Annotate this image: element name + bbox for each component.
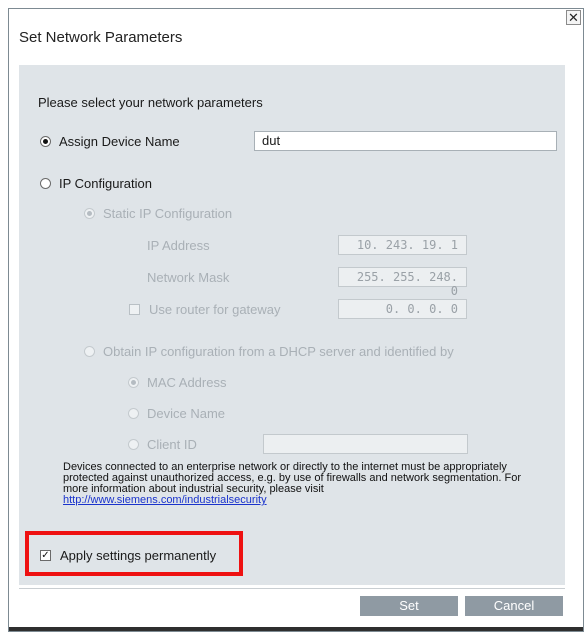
dialog-title: Set Network Parameters	[19, 29, 183, 46]
client-id-radio[interactable]	[128, 439, 139, 450]
dhcp-label: Obtain IP configuration from a DHCP serv…	[103, 344, 454, 359]
ip-address-input[interactable]: 10. 243. 19. 1	[338, 235, 467, 255]
footer-separator	[19, 588, 565, 589]
prompt-text: Please select your network parameters	[38, 95, 263, 110]
static-ip-radio[interactable]	[84, 208, 95, 219]
ip-configuration-label: IP Configuration	[59, 176, 152, 191]
dhcp-radio[interactable]	[84, 346, 95, 357]
ip-configuration-radio[interactable]	[40, 178, 51, 189]
mac-address-label: MAC Address	[147, 375, 227, 390]
set-button[interactable]: Set	[360, 596, 458, 616]
gateway-input[interactable]: 0. 0. 0. 0	[338, 299, 467, 319]
assign-device-name-radio[interactable]	[40, 136, 51, 147]
security-note: Devices connected to an enterprise netwo…	[63, 462, 523, 506]
device-name-input[interactable]: dut	[254, 131, 557, 151]
assign-device-name-label: Assign Device Name	[59, 134, 180, 149]
client-id-input[interactable]	[263, 434, 468, 454]
window-bottom-border	[9, 627, 583, 631]
device-name-option-label: Device Name	[147, 406, 226, 421]
security-note-text: Devices connected to an enterprise netwo…	[63, 461, 521, 495]
security-link[interactable]: http://www.siemens.com/industrialsecurit…	[63, 494, 267, 506]
network-mask-input[interactable]: 255. 255. 248. 0	[338, 267, 467, 298]
use-router-checkbox[interactable]	[129, 304, 140, 315]
device-name-radio[interactable]	[128, 408, 139, 419]
ip-address-label: IP Address	[147, 238, 210, 253]
mac-address-radio[interactable]	[128, 377, 139, 388]
cancel-button[interactable]: Cancel	[465, 596, 563, 616]
static-ip-label: Static IP Configuration	[103, 206, 233, 221]
client-id-label: Client ID	[147, 437, 197, 452]
network-mask-label: Network Mask	[147, 270, 230, 285]
highlight-box	[25, 531, 243, 576]
close-icon[interactable]: ✕	[566, 10, 581, 25]
use-router-label: Use router for gateway	[149, 302, 281, 317]
